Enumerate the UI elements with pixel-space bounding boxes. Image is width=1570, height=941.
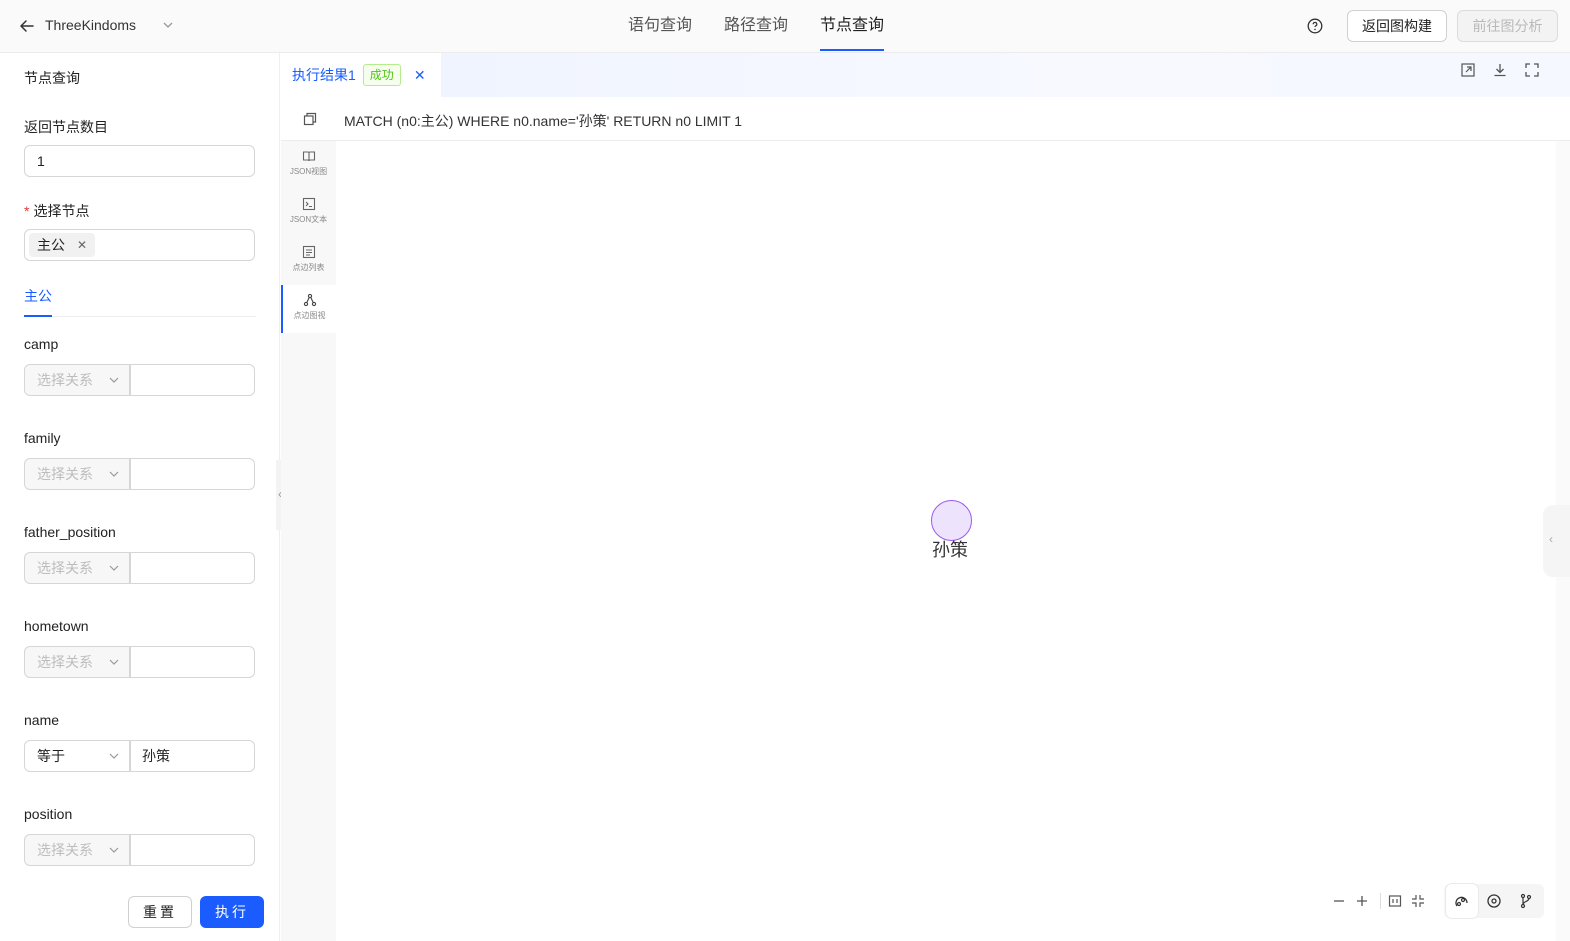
help-icon[interactable]: [1306, 17, 1324, 35]
value-input-hometown[interactable]: [130, 646, 255, 678]
graph-node[interactable]: [931, 500, 972, 541]
book-icon: [302, 151, 315, 162]
relation-select-hometown[interactable]: 选择关系: [24, 646, 130, 678]
tree-layout-icon: [1520, 893, 1532, 909]
panel-title: 节点查询: [24, 70, 80, 86]
view-json-text[interactable]: JSON文本: [281, 189, 336, 237]
relation-select-camp[interactable]: 选择关系: [24, 364, 130, 396]
view-switcher: JSON视图 JSON文本 点边列表 点边图视: [281, 141, 336, 941]
view-json[interactable]: JSON视图: [281, 141, 336, 189]
layout-force-button[interactable]: [1446, 884, 1478, 918]
arrow-left-icon[interactable]: [18, 17, 36, 35]
prop-label-camp: camp: [24, 336, 59, 352]
count-input[interactable]: 1: [24, 145, 255, 177]
chevron-left-icon: ‹: [1549, 532, 1553, 546]
tab-active-indicator: [24, 315, 52, 317]
execute-button[interactable]: 执行: [200, 896, 264, 928]
value-input-camp[interactable]: [130, 364, 255, 396]
graph-name[interactable]: ThreeKindoms: [45, 17, 136, 33]
status-badge: 成功: [362, 64, 401, 86]
expand-right-panel-button[interactable]: ‹: [1543, 505, 1570, 577]
chevron-down-icon: [109, 659, 119, 665]
view-list[interactable]: 点边列表: [281, 237, 336, 285]
download-icon[interactable]: [1492, 62, 1508, 78]
chevron-down-icon: [109, 471, 119, 477]
go-analysis-button: 前往图分析: [1457, 10, 1558, 42]
view-json-text-label: JSON文本: [289, 215, 328, 224]
exit-fullscreen-icon[interactable]: [1410, 893, 1426, 909]
chevron-down-icon: [109, 565, 119, 571]
prop-label-hometown: hometown: [24, 618, 89, 634]
tab-node-query[interactable]: 节点查询: [804, 0, 900, 53]
query-statement-bar: MATCH (n0:主公) WHERE n0.name='孙策' RETURN …: [281, 97, 1570, 141]
tab-statement-query[interactable]: 语句查询: [612, 0, 708, 53]
tab-path-query[interactable]: 路径查询: [708, 0, 804, 53]
chevron-down-icon: [109, 753, 119, 759]
tab-node-type[interactable]: 主公: [24, 286, 52, 306]
view-json-label: JSON视图: [289, 167, 328, 176]
force-layout-icon: [1455, 896, 1468, 907]
query-statement: MATCH (n0:主公) WHERE n0.name='孙策' RETURN …: [344, 113, 743, 129]
selected-node-tag: 主公 ✕: [29, 233, 96, 257]
close-icon[interactable]: ✕: [414, 67, 426, 84]
circular-layout-icon: [1487, 894, 1501, 908]
select-node-label: * 选择节点: [24, 203, 90, 219]
fit-view-icon[interactable]: [1387, 893, 1403, 909]
count-label: 返回节点数目: [24, 119, 108, 135]
zoom-out-icon[interactable]: [1331, 893, 1347, 909]
value-input-family[interactable]: [130, 458, 255, 490]
chevron-down-icon: [109, 847, 119, 853]
return-build-button[interactable]: 返回图构建: [1347, 10, 1447, 42]
top-header: ThreeKindoms 语句查询 路径查询 节点查询 返回图构建 前往图分析: [0, 0, 1570, 53]
relation-select-name[interactable]: 等于: [24, 740, 130, 772]
terminal-icon: [302, 197, 315, 211]
relation-select-family[interactable]: 选择关系: [24, 458, 130, 490]
prop-label-father-position: father_position: [24, 524, 116, 540]
zoom-in-icon[interactable]: [1354, 893, 1370, 909]
tag-close-icon[interactable]: ✕: [77, 233, 87, 257]
view-list-label: 点边列表: [292, 263, 325, 272]
query-mode-tabs: 语句查询 路径查询 节点查询: [612, 0, 900, 53]
graph-icon: [303, 293, 316, 307]
query-form-panel: 节点查询 返回节点数目 1 * 选择节点 主公 ✕ 主公 camp 选择关系 fa…: [0, 53, 280, 941]
chevron-down-icon: [109, 377, 119, 383]
copy-icon[interactable]: [303, 112, 317, 126]
result-tab-bar: 执行结果1 成功 ✕: [281, 53, 1570, 97]
value-input-father-position[interactable]: [130, 552, 255, 584]
prop-label-position: position: [24, 806, 73, 822]
chevron-down-icon[interactable]: [161, 18, 175, 32]
relation-select-position[interactable]: 选择关系: [24, 834, 130, 866]
fullscreen-icon[interactable]: [1524, 62, 1540, 78]
prop-label-name: name: [24, 712, 60, 728]
toolbar-divider: [1380, 893, 1381, 909]
open-in-new-icon[interactable]: [1460, 62, 1476, 78]
layout-circular-button[interactable]: [1478, 884, 1510, 918]
result-tab-name: 执行结果1: [292, 67, 356, 83]
view-graph-label: 点边图视: [293, 311, 326, 320]
result-tab[interactable]: 执行结果1 成功 ✕: [281, 53, 441, 97]
tab-divider: [24, 316, 256, 317]
graph-node-label: 孙策: [932, 540, 968, 560]
reset-button[interactable]: 重置: [128, 896, 192, 928]
value-input-position[interactable]: [130, 834, 255, 866]
list-icon: [302, 245, 315, 259]
layout-tree-button[interactable]: [1510, 884, 1542, 918]
relation-select-father-position[interactable]: 选择关系: [24, 552, 130, 584]
value-input-name[interactable]: 孙策: [130, 740, 255, 772]
prop-label-family: family: [24, 430, 61, 446]
view-graph[interactable]: 点边图视: [281, 285, 336, 333]
selected-node-tag-label: 主公: [37, 237, 65, 253]
